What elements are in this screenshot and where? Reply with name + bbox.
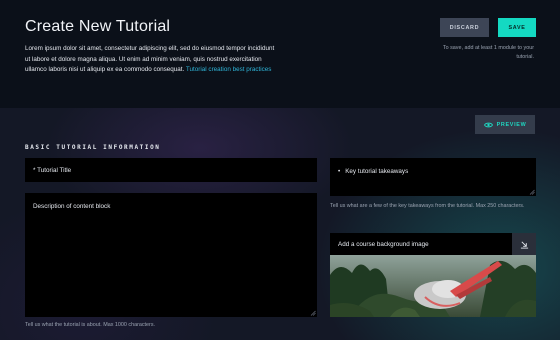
main-panel: PREVIEW BASIC TUTORIAL INFORMATION * Tut…	[0, 108, 560, 340]
preview-button[interactable]: PREVIEW	[475, 115, 535, 134]
background-image-header: Add a course background image	[330, 233, 536, 255]
discard-button[interactable]: DISCARD	[440, 18, 489, 37]
save-button[interactable]: SAVE	[498, 18, 536, 37]
page-title: Create New Tutorial	[25, 18, 171, 35]
intro-text: Lorem ipsum dolor sit amet, consectetur …	[25, 44, 275, 76]
jungle-robot-image	[330, 255, 536, 317]
save-note: To save, add at least 1 module to your t…	[442, 45, 534, 60]
upload-image-button[interactable]	[512, 233, 536, 255]
takeaways-textarea[interactable]: • Key tutorial takeaways	[330, 158, 536, 196]
background-image-label: Add a course background image	[338, 240, 429, 248]
preview-label: PREVIEW	[496, 121, 527, 128]
tutorial-title-input[interactable]: * Tutorial Title	[25, 158, 317, 182]
tutorial-title-placeholder: * Tutorial Title	[33, 166, 72, 174]
description-help: Tell us what the tutorial is about. Max …	[25, 322, 156, 328]
description-textarea[interactable]: Description of content block	[25, 193, 317, 317]
background-image-preview	[330, 255, 536, 317]
bullet-icon: •	[338, 168, 341, 175]
upload-icon	[520, 240, 528, 249]
resize-handle-icon[interactable]	[529, 189, 535, 195]
takeaways-help: Tell us what are a few of the key takeaw…	[330, 203, 525, 209]
description-placeholder: Description of content block	[33, 203, 111, 210]
resize-handle-icon[interactable]	[310, 310, 316, 316]
eye-icon	[483, 122, 493, 127]
section-title: BASIC TUTORIAL INFORMATION	[25, 144, 161, 151]
best-practices-link[interactable]: Tutorial creation best practices	[186, 66, 272, 73]
takeaways-placeholder: Key tutorial takeaways	[345, 168, 409, 175]
header: Create New Tutorial Lorem ipsum dolor si…	[0, 0, 560, 108]
